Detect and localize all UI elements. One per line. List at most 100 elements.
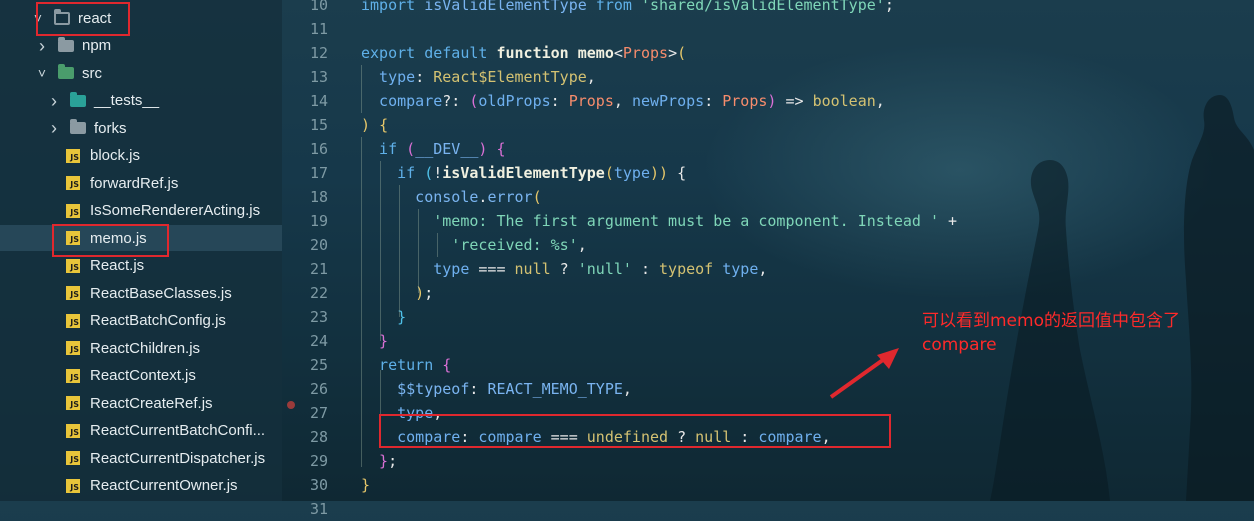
line-number: 22 [309,284,328,302]
explorer-item-reactcontext-js[interactable]: JS ReactContext.js [0,363,282,389]
explorer-item-label: block.js [90,147,141,164]
breakpoint-indicator[interactable] [287,401,295,409]
code-token: ?: [442,92,470,110]
code-line-22[interactable]: 22 ); [282,281,1254,305]
chevron-down-icon[interactable]: ˅ [32,11,44,25]
code-line-16[interactable]: 16 if (__DEV__) { [282,137,1254,161]
code-text: type, [361,401,442,425]
code-token: > [668,44,678,62]
code-line-30[interactable]: 30} [282,473,1254,497]
code-token: $$typeof [361,380,470,398]
line-number: 26 [309,380,328,398]
code-token: from [586,0,641,14]
code-token: type [361,404,434,422]
explorer-item-reactbaseclasses-js[interactable]: JS ReactBaseClasses.js [0,280,282,306]
code-token: , [577,236,587,254]
code-editor[interactable]: 10 import isValidElementType from 'shared… [282,0,1254,518]
code-text: import isValidElementType from 'shared/i… [361,0,894,17]
explorer-item-reactchildren-js[interactable]: JS ReactChildren.js [0,335,282,361]
code-token: type [361,260,470,278]
explorer-item-block-js[interactable]: JS block.js [0,143,282,169]
code-text: compare?: (oldProps: Props, newProps: Pr… [361,89,885,113]
explorer-item-react-js[interactable]: JS React.js [0,253,282,279]
code-token: } [361,476,371,494]
explorer-item-reactcreateref-js[interactable]: JS ReactCreateRef.js [0,390,282,416]
code-text: compare: compare === undefined ? null : … [361,425,831,449]
code-line-12[interactable]: 12 export default function memo<Props>( [282,41,1254,65]
chevron-right-icon[interactable]: › [36,37,48,55]
explorer-item-npm[interactable]: › npm [0,33,282,59]
chevron-right-icon[interactable]: › [48,119,60,137]
explorer-item-src[interactable]: ˅ src [0,60,282,86]
explorer-item-memo-js[interactable]: JS memo.js [0,225,282,251]
explorer-item-forks[interactable]: › forks [0,115,282,141]
code-token: < [613,44,623,62]
js-file-icon: JS [66,258,80,273]
code-token: REACT_MEMO_TYPE [487,380,623,398]
code-line-17[interactable]: 17 if (!isValidElementType(type)) { [282,161,1254,185]
explorer-item-issomerendereracting-js[interactable]: JS IsSomeRendererActing.js [0,198,282,224]
code-token: { [442,356,452,374]
code-text: return { [361,353,451,377]
code-token: ( [604,164,614,182]
code-token: type [722,260,759,278]
line-number: 29 [309,452,328,470]
code-line-20[interactable]: 20 'received: %s', [282,233,1254,257]
code-token: , [622,380,632,398]
js-file-icon: JS [66,148,80,163]
code-line-29[interactable]: 29 }; [282,449,1254,473]
annotation-line-1: 可以看到memo的返回值中包含了 [922,311,1180,331]
explorer-item-reactcurrentbatchconfi[interactable]: JS ReactCurrentBatchConfi... [0,418,282,444]
annotation-note: 可以看到memo的返回值中包含了 compare [922,309,1242,357]
code-text: }; [361,449,397,473]
code-token: ( [532,188,542,206]
line-number: 28 [309,428,328,446]
explorer-item-reactbatchconfig-js[interactable]: JS ReactBatchConfig.js [0,308,282,334]
explorer-item-reactcurrentowner-js[interactable]: JS ReactCurrentOwner.js [0,473,282,499]
line-number: 13 [309,68,328,86]
chevron-down-icon[interactable]: ˅ [36,66,48,80]
explorer-item-label: ReactCreateRef.js [90,394,213,412]
code-token: } [361,332,389,350]
code-line-11[interactable]: 11 [282,17,1254,41]
code-token: 'null' [577,260,632,278]
code-line-28[interactable]: 28 compare: compare === undefined ? null… [282,425,1254,449]
code-text: 'received: %s', [361,233,587,257]
code-token: ; [884,0,894,14]
code-token: function [496,44,578,62]
explorer-item-label: ReactBatchConfig.js [90,312,226,329]
indent-guide [399,185,400,317]
line-number: 14 [309,92,328,110]
explorer-item-reactcurrentdispatcher-js[interactable]: JS ReactCurrentDispatcher.js [0,445,282,471]
explorer-item-label: React.js [90,257,145,274]
chevron-right-icon[interactable]: › [48,92,60,110]
explorer-item-label: ReactContext.js [90,367,196,384]
code-token: compare [478,428,542,446]
explorer-item-forwardref-js[interactable]: JS forwardRef.js [0,170,282,196]
code-text: type: React$ElementType, [361,65,596,89]
code-line-13[interactable]: 13 type: React$ElementType, [282,65,1254,89]
code-token: compare [361,92,443,110]
code-token: React$ElementType [433,68,587,86]
code-token: : [415,68,434,86]
code-line-18[interactable]: 18 console.error( [282,185,1254,209]
explorer-item-label: ReactChildren.js [90,339,201,357]
code-line-15[interactable]: 15) { [282,113,1254,137]
explorer-item-tests[interactable]: › __tests__ [0,88,282,114]
code-token: , [433,404,443,422]
explorer-item-react[interactable]: ˅ react [0,5,282,31]
code-line-27[interactable]: 27 type, [282,401,1254,425]
code-token: isValidElementType [442,164,605,182]
code-line-10[interactable]: 10 import isValidElementType from 'shared… [282,0,1254,17]
line-number: 12 [309,44,328,62]
code-line-21[interactable]: 21 type === null ? 'null' : typeof type, [282,257,1254,281]
code-token: Props [568,92,614,110]
code-line-19[interactable]: 19 'memo: The first argument must be a c… [282,209,1254,233]
js-file-icon: JS [66,396,80,410]
code-token: typeof [659,260,723,278]
code-line-14[interactable]: 14 compare?: (oldProps: Props, newProps:… [282,89,1254,113]
code-line-26[interactable]: 26 $$typeof: REACT_MEMO_TYPE, [282,377,1254,401]
line-number: 10 [309,0,328,14]
line-number: 20 [309,236,328,254]
code-token: 'memo: The first argument must be a comp… [361,212,948,230]
